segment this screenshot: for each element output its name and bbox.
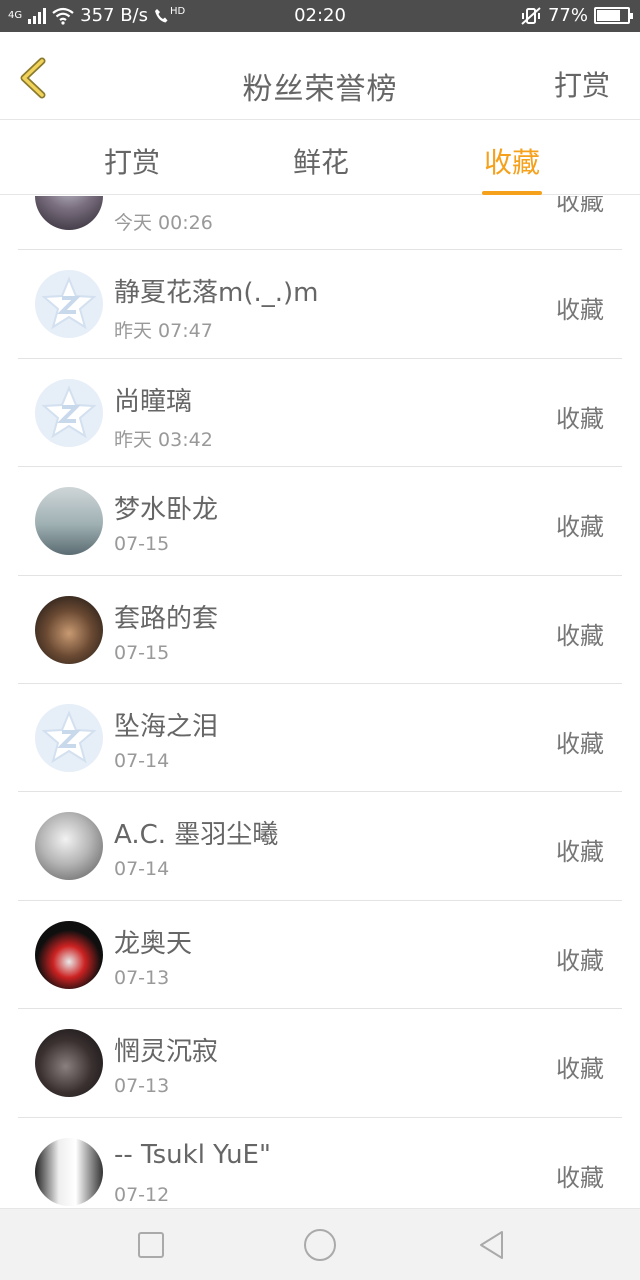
fan-name: 套路的套 <box>114 603 219 634</box>
list-item[interactable]: 尚瞳璃昨天 03:42 收藏 <box>18 359 622 468</box>
action-type-label: 收藏 <box>556 621 604 650</box>
app-header: 粉丝荣誉榜 打赏 <box>0 32 640 120</box>
back-triangle-icon[interactable] <box>476 1229 508 1261</box>
avatar[interactable] <box>35 1137 103 1206</box>
system-nav-bar <box>0 1208 640 1280</box>
fan-time: 07-13 <box>114 966 170 989</box>
fan-time: 今天 00:26 <box>114 212 213 234</box>
action-type-label: 收藏 <box>556 1163 604 1192</box>
fan-name: 静夏花落m(._.)m <box>114 278 319 309</box>
battery-icon <box>594 7 633 24</box>
avatar[interactable] <box>35 703 103 772</box>
list-item[interactable]: -- Tsukl YuE" 07-12 收藏 <box>18 1118 622 1208</box>
action-type-label: 收藏 <box>556 296 604 325</box>
fan-time: 07-15 <box>114 641 170 664</box>
list-item[interactable]: 惘灵沉寂 07-13 收藏 <box>18 1009 622 1118</box>
list-item[interactable]: 套路的套 07-15 收藏 <box>18 576 622 684</box>
default-avatar-star-icon <box>41 710 97 764</box>
reward-button[interactable]: 打赏 <box>554 64 610 104</box>
list-item[interactable]: 今天 00:26 收藏 <box>18 196 622 251</box>
fan-time: 07-15 <box>114 533 170 556</box>
status-bar: 4G 357 B/s HD 02:20 77% <box>0 0 640 32</box>
avatar[interactable] <box>35 487 103 556</box>
fan-time: 07-14 <box>114 749 170 772</box>
fan-name: 龙奥天 <box>114 928 193 959</box>
avatar[interactable] <box>35 196 103 230</box>
action-type-label: 收藏 <box>556 729 604 758</box>
tab-favorites[interactable]: 收藏 <box>482 141 543 195</box>
tab-reward[interactable]: 打赏 <box>104 141 160 181</box>
action-type-label: 收藏 <box>556 838 604 867</box>
fan-name: 坠海之泪 <box>114 711 219 742</box>
avatar[interactable] <box>35 1029 103 1098</box>
fan-name: -- Tsukl YuE" <box>114 1139 271 1170</box>
fan-time: 07-13 <box>114 1075 170 1098</box>
battery-percent: 77% <box>547 5 588 26</box>
fan-name: 惘灵沉寂 <box>114 1037 219 1068</box>
fan-list[interactable]: 今天 00:26 收藏 静夏花落m(._.)m 昨天 07:47 收藏 尚瞳璃 昨天 03:… <box>18 196 622 1208</box>
avatar[interactable] <box>35 378 103 447</box>
tab-bar: 打赏 鲜花 收藏 <box>0 121 640 195</box>
avatar[interactable] <box>35 920 103 989</box>
active-tab-indicator <box>482 191 543 195</box>
avatar[interactable] <box>35 270 103 339</box>
fan-time: 昨天 07:47 <box>114 320 213 343</box>
home-circle-icon[interactable] <box>302 1227 338 1263</box>
page-title: 粉丝荣誉榜 <box>242 72 398 107</box>
fan-time: 07-14 <box>114 858 170 881</box>
fan-time: 昨天 03:42 <box>114 428 213 451</box>
list-item[interactable]: 静夏花落m(._.)m 昨天 07:47 收藏 <box>18 250 622 359</box>
default-avatar-star-icon <box>41 276 97 330</box>
list-item[interactable]: 梦水卧龙 07-15 收藏 <box>18 467 622 576</box>
list-item[interactable]: A.C. 墨羽尘曦 07-14 收藏 <box>18 792 622 901</box>
fan-time: 07-12 <box>114 1183 170 1206</box>
list-item[interactable]: 坠海之泪 07-14 收藏 <box>18 684 622 793</box>
avatar[interactable] <box>35 812 103 881</box>
action-type-label: 收藏 <box>556 946 604 975</box>
action-type-label: 收藏 <box>556 196 604 216</box>
action-type-label: 收藏 <box>556 404 604 433</box>
recents-square-icon[interactable] <box>135 1229 167 1261</box>
action-type-label: 收藏 <box>556 1055 604 1084</box>
vibrate-icon <box>521 6 541 25</box>
list-item[interactable]: 龙奥天 07-13 收藏 <box>18 901 622 1010</box>
default-avatar-star-icon <box>41 385 97 438</box>
action-type-label: 收藏 <box>556 513 604 542</box>
fan-name: 尚瞳璃 <box>114 386 193 417</box>
fan-name: A.C. 墨羽尘曦 <box>114 820 279 851</box>
avatar[interactable] <box>35 595 103 664</box>
tab-flowers[interactable]: 鲜花 <box>293 141 349 181</box>
fan-name: 梦水卧龙 <box>114 495 219 526</box>
